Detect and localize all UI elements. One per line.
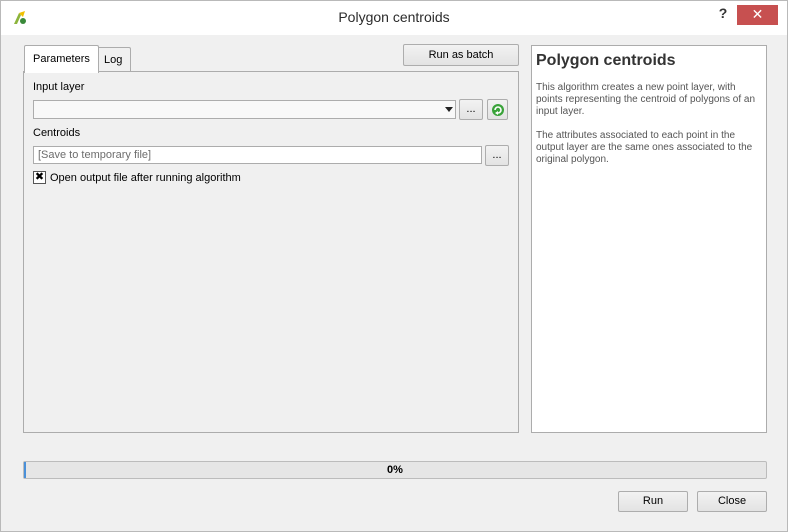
input-layer-select[interactable] bbox=[33, 100, 456, 119]
help-paragraph: This algorithm creates a new point layer… bbox=[536, 82, 756, 117]
open-output-checkbox[interactable]: ✖ bbox=[33, 171, 46, 184]
help-title: Polygon centroids bbox=[536, 52, 676, 69]
progress-bar: 0% bbox=[23, 461, 767, 479]
chevron-down-icon[interactable] bbox=[445, 107, 453, 112]
help-button[interactable]: ? bbox=[715, 5, 731, 23]
tab-log[interactable]: Log bbox=[95, 47, 132, 71]
dialog-window: Polygon centroids ? ✕ Parameters Log Run… bbox=[0, 0, 788, 532]
centroids-label: Centroids bbox=[33, 127, 81, 139]
tab-parameters[interactable]: Parameters bbox=[24, 45, 99, 73]
dialog-body: Parameters Log Run as batch process... I… bbox=[1, 35, 787, 531]
help-panel: Polygon centroids This algorithm creates… bbox=[531, 45, 767, 433]
input-layer-browse-button[interactable]: ... bbox=[459, 99, 483, 120]
window-title: Polygon centroids bbox=[338, 9, 450, 25]
parameters-panel: Input layer ... Centroids [Save to tempo… bbox=[23, 71, 519, 433]
progress-text: 0% bbox=[387, 464, 403, 476]
title-bar[interactable]: Polygon centroids ? ✕ bbox=[1, 1, 787, 35]
iterate-green-arrow-icon bbox=[491, 103, 505, 120]
help-paragraph: The attributes associated to each point … bbox=[536, 130, 753, 165]
window-close-button[interactable]: ✕ bbox=[737, 5, 778, 25]
centroids-browse-button[interactable]: ... bbox=[485, 145, 509, 166]
run-as-batch-button[interactable]: Run as batch process... bbox=[403, 44, 519, 81]
open-output-label[interactable]: Open output file after running algorithm bbox=[50, 172, 241, 184]
input-layer-label: Input layer bbox=[33, 81, 85, 93]
run-button[interactable]: Run bbox=[618, 491, 688, 512]
close-button[interactable]: Close bbox=[697, 491, 767, 512]
centroids-output-field[interactable]: [Save to temporary file] bbox=[33, 146, 482, 164]
iterate-layer-button[interactable] bbox=[487, 99, 508, 120]
